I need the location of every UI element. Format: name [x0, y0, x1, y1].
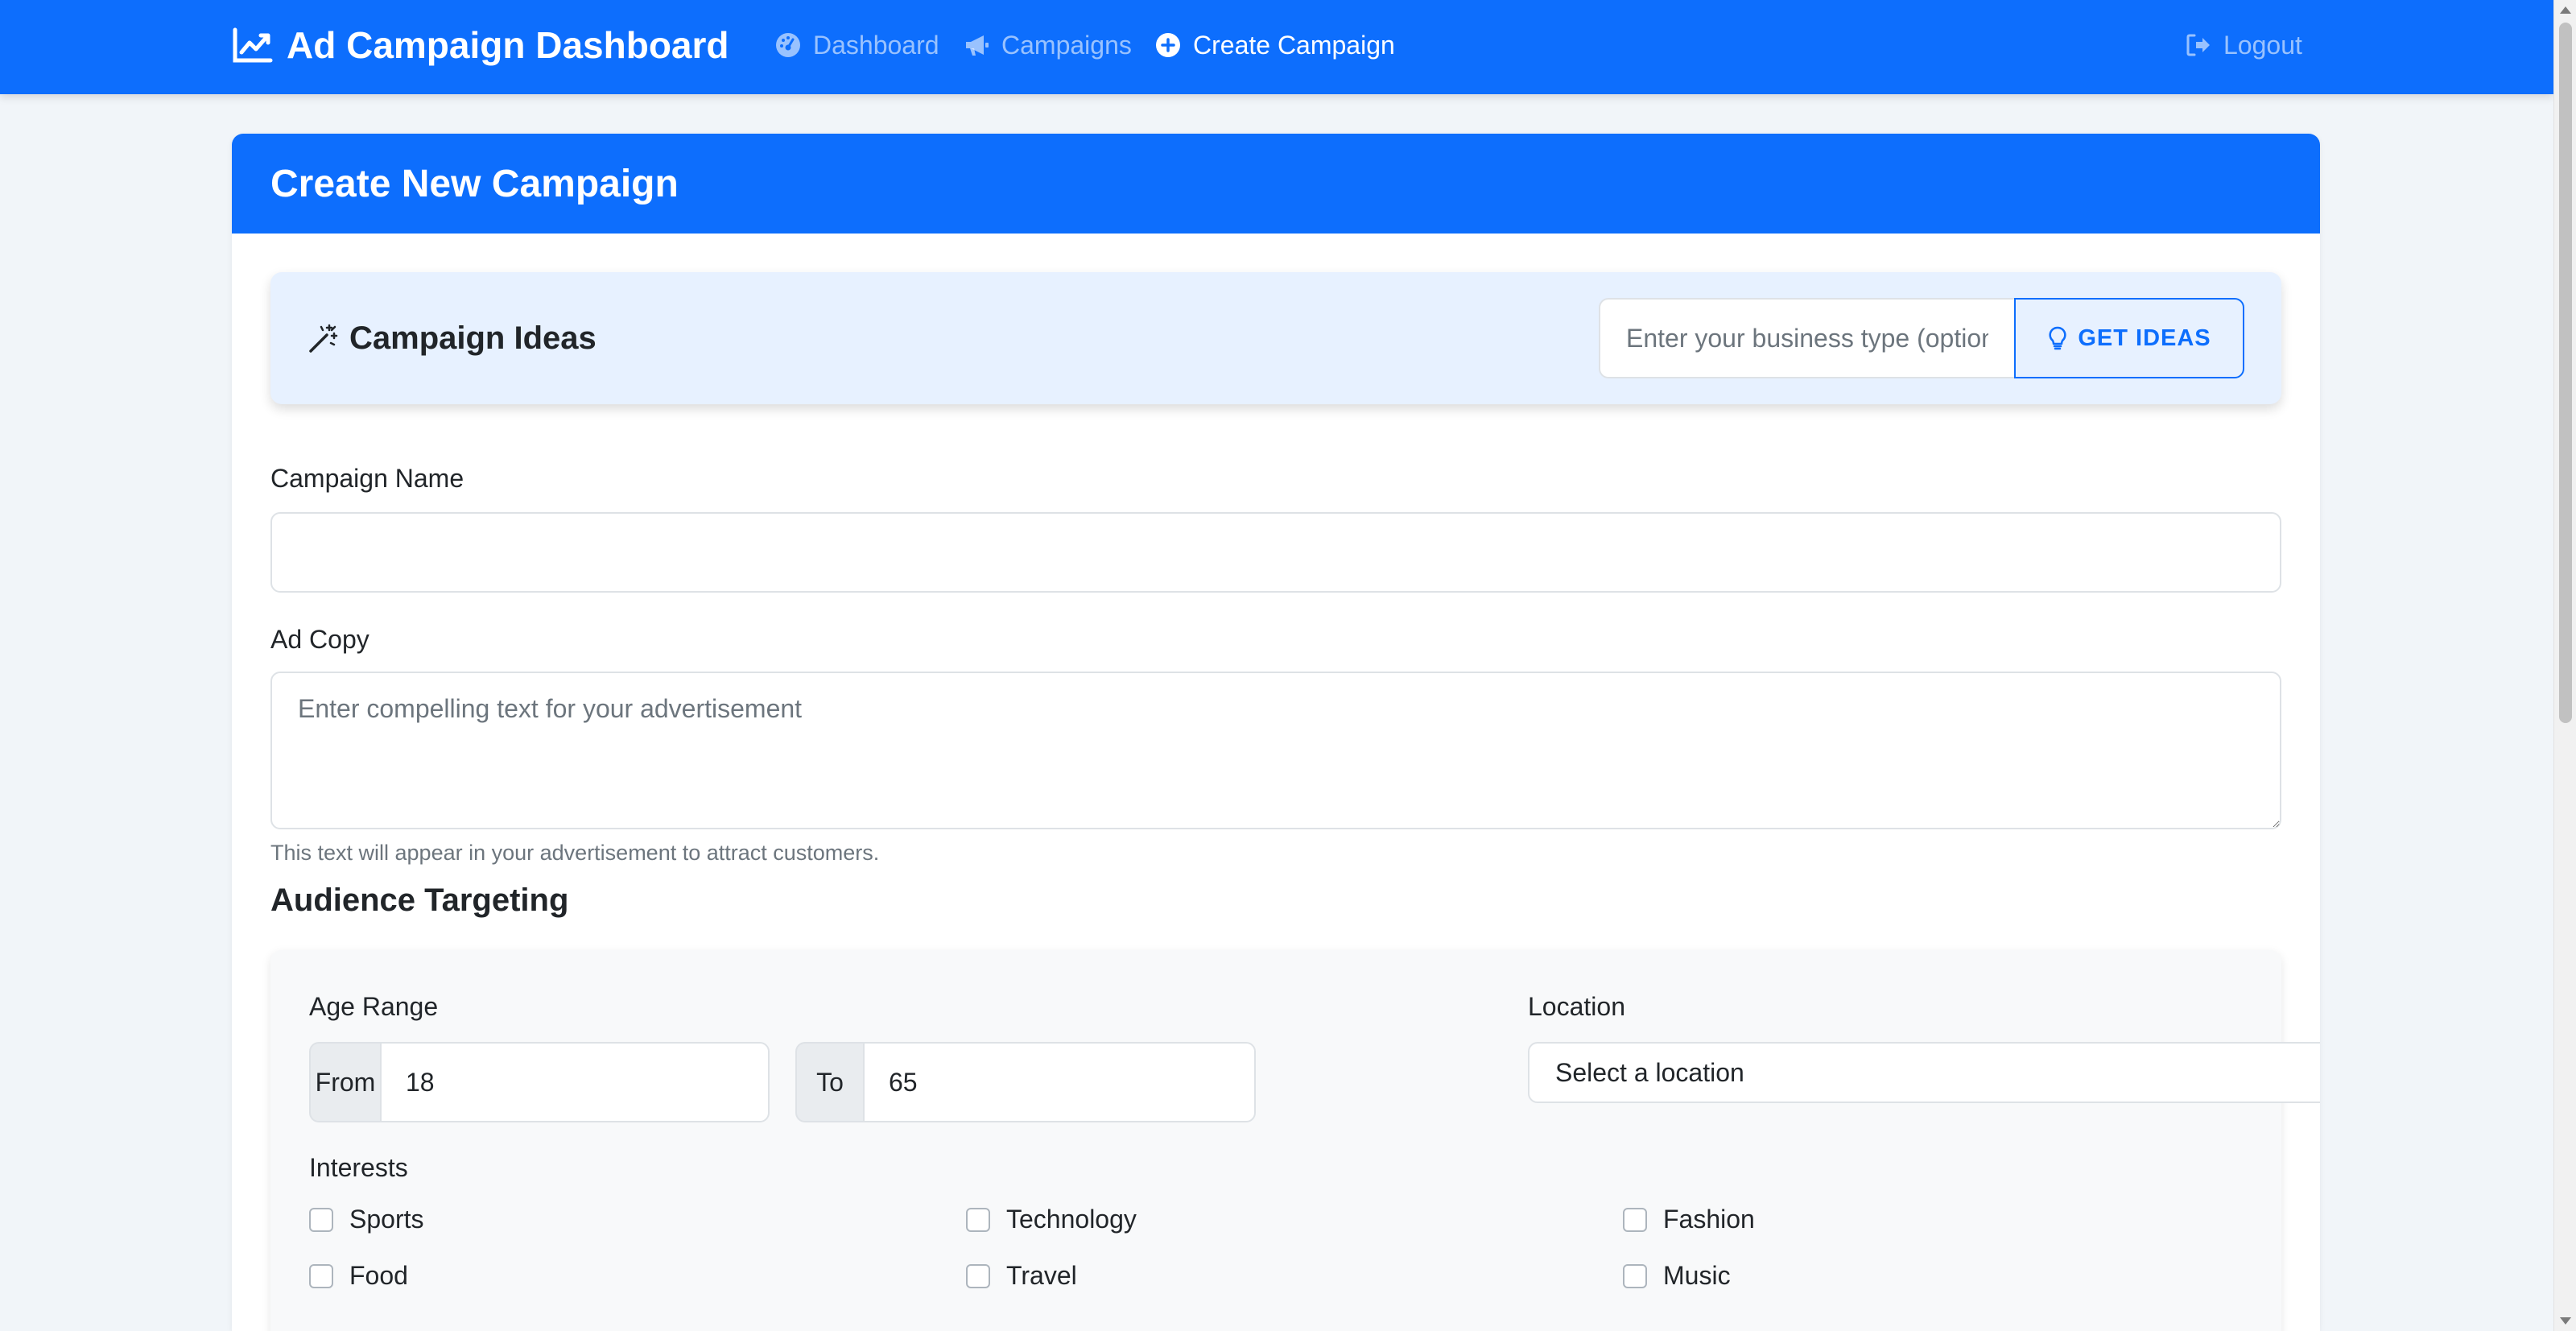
interests-label: Interests [309, 1153, 408, 1182]
age-to-addon: To [795, 1042, 863, 1122]
interest-music[interactable]: Music [1623, 1261, 1731, 1291]
campaign-ideas-panel: Campaign Ideas GET IDEAS [270, 272, 2281, 404]
ad-copy-label: Ad Copy [270, 625, 369, 654]
nav-link-label: Dashboard [813, 30, 939, 60]
logout-label: Logout [2223, 30, 2302, 60]
interest-label: Travel [1006, 1261, 1077, 1290]
logout-link[interactable]: Logout [2185, 24, 2302, 66]
interest-food[interactable]: Food [309, 1261, 408, 1291]
interest-travel[interactable]: Travel [966, 1261, 1077, 1291]
page-title: Create New Campaign [270, 162, 679, 205]
lightbulb-icon [2049, 326, 2066, 350]
scroll-down-arrow-icon[interactable] [2560, 1317, 2571, 1325]
brand-title: Ad Campaign Dashboard [287, 24, 729, 66]
age-to-group: To [795, 1042, 1256, 1122]
checkbox[interactable] [966, 1263, 990, 1288]
brand[interactable]: Ad Campaign Dashboard [232, 23, 729, 68]
checkbox[interactable] [1623, 1207, 1647, 1232]
page-scrollbar[interactable] [2553, 0, 2576, 1331]
top-navbar: Ad Campaign Dashboard Dashboard Campaign… [0, 0, 2553, 94]
scrollbar-thumb[interactable] [2559, 23, 2572, 723]
plus-circle-icon [1156, 33, 1180, 57]
scroll-up-arrow-icon[interactable] [2560, 6, 2571, 14]
sign-out-icon [2186, 34, 2210, 56]
checkbox[interactable] [966, 1207, 990, 1232]
nav-link-label: Create Campaign [1193, 30, 1395, 60]
checkbox[interactable] [309, 1263, 333, 1288]
interest-label: Sports [349, 1205, 424, 1234]
interest-label: Fashion [1663, 1205, 1755, 1234]
age-from-group: From [309, 1042, 770, 1122]
get-ideas-label: GET IDEAS [2078, 324, 2211, 351]
age-from-input[interactable] [380, 1042, 770, 1122]
get-ideas-button[interactable]: GET IDEAS [2014, 298, 2244, 378]
checkbox[interactable] [309, 1207, 333, 1232]
campaign-ideas-title: Campaign Ideas [349, 320, 597, 356]
gauge-icon [776, 33, 800, 57]
age-range-label: Age Range [309, 992, 439, 1021]
nav-link-dashboard[interactable]: Dashboard [774, 24, 939, 66]
ad-copy-textarea[interactable] [270, 672, 2281, 829]
audience-targeting-panel: Age Range From To Location Select a loca… [270, 950, 2320, 1331]
megaphone-icon [966, 35, 989, 56]
checkbox[interactable] [1623, 1263, 1647, 1288]
location-select[interactable]: Select a location [1528, 1042, 2320, 1103]
card-header: Create New Campaign [232, 134, 2320, 234]
business-type-input[interactable] [1599, 298, 2014, 378]
age-to-input[interactable] [863, 1042, 1256, 1122]
nav-link-campaigns[interactable]: Campaigns [963, 24, 1132, 66]
location-select-value: Select a location [1555, 1057, 1744, 1087]
interest-technology[interactable]: Technology [966, 1205, 1137, 1234]
campaign-name-label: Campaign Name [270, 464, 464, 493]
interest-sports[interactable]: Sports [309, 1205, 423, 1234]
campaign-ideas-heading: Campaign Ideas [308, 316, 597, 361]
campaign-name-input[interactable] [270, 512, 2281, 593]
audience-targeting-heading: Audience Targeting [270, 883, 569, 918]
interest-label: Technology [1006, 1205, 1137, 1234]
location-label: Location [1528, 992, 1625, 1021]
magic-wand-icon [309, 324, 338, 353]
nav-link-label: Campaigns [1001, 30, 1132, 60]
create-campaign-card: Create New Campaign Campaign Ideas GET I… [232, 134, 2320, 1331]
ad-copy-help-text: This text will appear in your advertisem… [270, 841, 880, 865]
chart-line-icon [233, 27, 273, 63]
interest-fashion[interactable]: Fashion [1623, 1205, 1755, 1234]
age-from-addon: From [309, 1042, 380, 1122]
interest-label: Food [349, 1261, 408, 1290]
nav-link-create-campaign[interactable]: Create Campaign [1154, 24, 1395, 66]
interest-label: Music [1663, 1261, 1731, 1290]
